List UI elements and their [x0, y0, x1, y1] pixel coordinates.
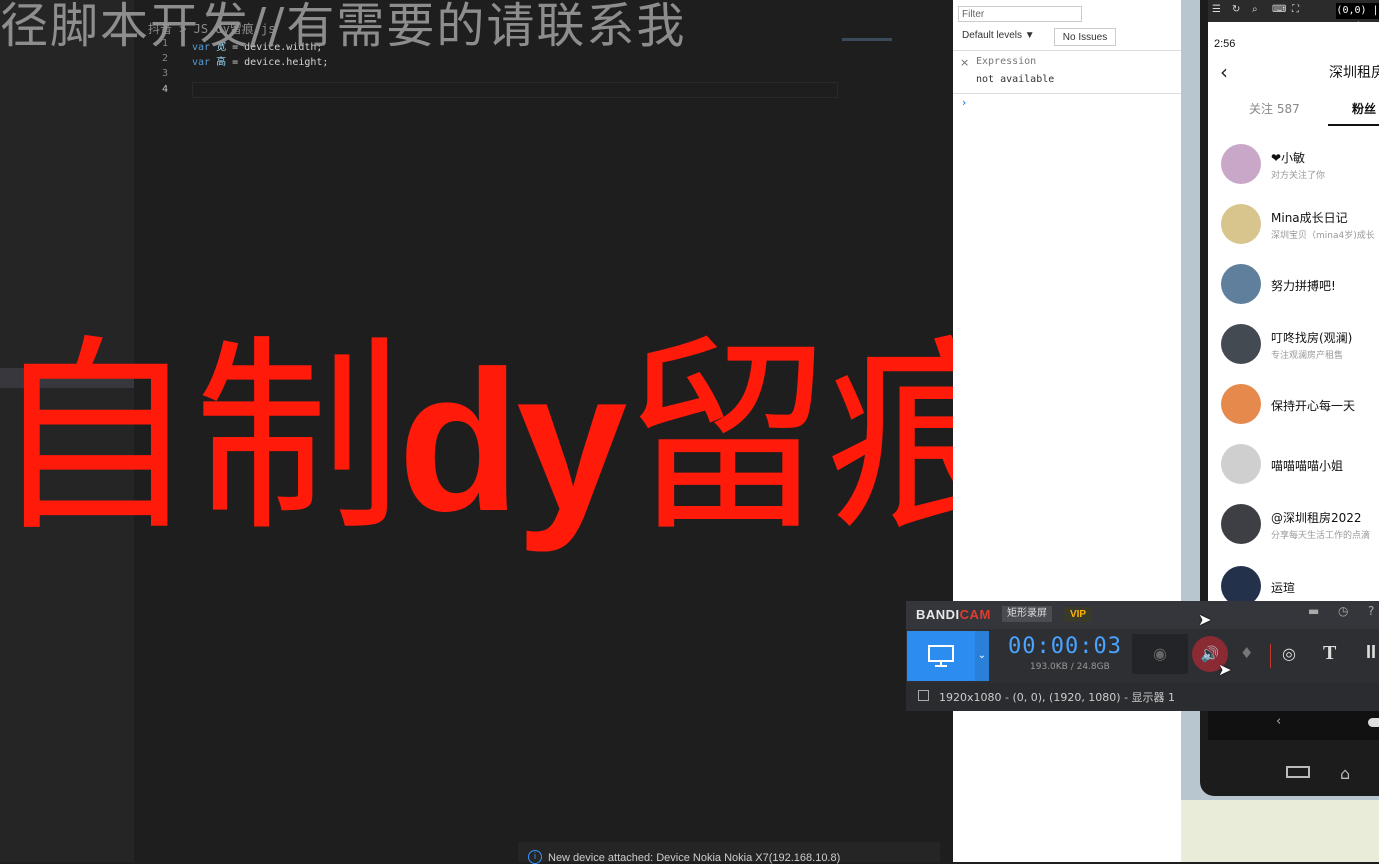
screen-record-button[interactable] — [907, 631, 975, 681]
tab-following[interactable]: 关注 587 — [1249, 100, 1300, 117]
recording-timer: 00:00:03 — [1008, 634, 1122, 659]
text-tool-button[interactable]: T — [1323, 642, 1336, 665]
fullscreen-icon[interactable]: ⛶ — [1292, 4, 1299, 15]
fan-name[interactable]: 喵喵喵喵小姐 — [1271, 457, 1343, 474]
minimap[interactable] — [842, 38, 892, 41]
fan-name[interactable]: 运瑄 — [1271, 579, 1295, 596]
bandicam-logo: BANDICAM — [916, 607, 991, 622]
title-pre: 自制 — [0, 318, 402, 560]
avatar[interactable] — [1221, 444, 1261, 484]
current-line-highlight[interactable] — [192, 82, 838, 98]
cursor-effect-icon[interactable]: ◎ — [1282, 644, 1296, 663]
menu-icon[interactable]: ☰ — [1212, 4, 1221, 15]
notification-text: New device attached: Device Nokia Nokia … — [548, 852, 841, 864]
fan-subtitle: 专注观澜房产租售 — [1271, 351, 1344, 361]
device-notification[interactable]: i New device attached: Device Nokia Noki… — [518, 842, 940, 864]
recording-mode-badge[interactable]: 矩形录屏 — [1002, 606, 1052, 622]
fan-subtitle: 深圳宝贝（mina4岁)成长 — [1271, 231, 1375, 241]
fan-name[interactable]: 努力拼搏吧! — [1271, 277, 1336, 294]
tab-fans[interactable]: 粉丝 — [1352, 100, 1376, 117]
phone-nav-bar — [1208, 706, 1379, 740]
close-icon[interactable]: × — [960, 56, 969, 69]
brand-b: CAM — [959, 607, 991, 622]
fan-subtitle: 分享每天生活工作的点滴 — [1271, 531, 1371, 541]
mouse-cursor-icon: ➤ — [1198, 610, 1212, 629]
fan-name[interactable]: 保持开心每一天 — [1271, 397, 1355, 414]
default-levels-dropdown[interactable]: Default levels ▼ — [962, 30, 1035, 41]
page-title: 深圳租房 — [1329, 65, 1379, 81]
microphone-icon[interactable]: ♦ — [1240, 644, 1253, 662]
status-time: 2:56 — [1214, 38, 1236, 50]
console-prompt[interactable]: › — [962, 96, 966, 109]
screenshot-icon[interactable]: ⌕ — [1252, 4, 1258, 15]
avatar[interactable] — [1221, 504, 1261, 544]
clock-icon[interactable]: ◷ — [1338, 604, 1348, 618]
expression-label[interactable]: Expression — [976, 56, 1036, 67]
pause-button[interactable]: II — [1366, 642, 1376, 663]
back-arrow-icon[interactable]: ‹ — [1220, 60, 1228, 84]
line-number: 4 — [161, 84, 168, 95]
avatar[interactable] — [1221, 566, 1261, 606]
fan-name[interactable]: @深圳租房2022 — [1271, 509, 1362, 526]
expression-value: not available — [976, 74, 1055, 85]
avatar[interactable] — [1221, 324, 1261, 364]
line-number: 3 — [161, 68, 168, 79]
monitor-icon — [928, 645, 954, 667]
avatar[interactable] — [1221, 144, 1261, 184]
avatar[interactable] — [1221, 384, 1261, 424]
chevron-down-icon[interactable]: ⌄ — [975, 631, 989, 681]
mouse-cursor-icon: ➤ — [1218, 660, 1232, 679]
fan-name[interactable]: ❤小敏 — [1271, 149, 1305, 166]
fan-subtitle: 对方关注了你 — [1271, 171, 1326, 181]
divider — [953, 50, 1181, 51]
coordinate-readout: (0,0) | ( — [1336, 3, 1379, 32]
code-keyword: var — [192, 57, 211, 68]
avatar[interactable] — [1221, 264, 1261, 304]
rotate-icon[interactable]: ↻ — [1232, 4, 1240, 15]
tab-underline — [1328, 124, 1379, 126]
webcam-icon[interactable]: ◉ — [1132, 634, 1188, 674]
top-banner-text: 径脚本开发//有需要的请联系我 — [0, 0, 687, 54]
code-text: = device.height; — [226, 57, 329, 68]
area-checkbox[interactable] — [918, 690, 929, 701]
no-issues-button[interactable]: No Issues — [1054, 28, 1116, 46]
fan-name[interactable]: 叮咚找房(观澜) — [1271, 329, 1352, 346]
keyboard-icon[interactable]: ⌨ — [1272, 4, 1286, 15]
title-mid: dy — [398, 330, 627, 553]
nav-back-icon[interactable]: ‹ — [1276, 714, 1281, 729]
wallpaper — [1181, 800, 1379, 862]
avatar[interactable] — [1221, 204, 1261, 244]
devtools-console — [953, 0, 1181, 862]
file-size: 193.0KB / 24.8GB — [1030, 662, 1110, 672]
console-filter-input[interactable]: Filter — [958, 6, 1082, 22]
nav-home-pill[interactable] — [1368, 718, 1379, 727]
vip-badge[interactable]: VIP — [1064, 607, 1092, 622]
code-identifier: 高 — [216, 57, 227, 68]
divider — [953, 93, 1181, 94]
folder-icon[interactable]: ▬ — [1308, 604, 1319, 618]
brand-a: BANDI — [916, 607, 960, 622]
hardware-home-icon[interactable]: ⌂ — [1340, 764, 1350, 783]
hardware-menu-icon[interactable] — [1286, 766, 1310, 778]
capture-area-info: 1920x1080 - (0, 0), (1920, 1080) - 显示器 1 — [939, 691, 1176, 704]
help-icon[interactable]: ? — [1368, 604, 1374, 618]
fan-name[interactable]: Mina成长日记 — [1271, 209, 1348, 226]
divider — [1270, 644, 1271, 668]
